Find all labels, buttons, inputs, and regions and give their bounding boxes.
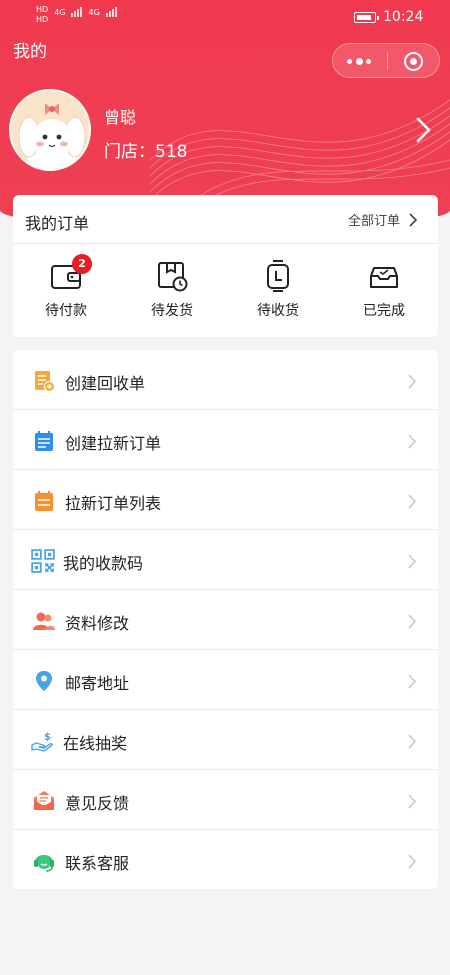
menu-item-online-lottery[interactable]: $ 在线抽奖 — [13, 710, 438, 770]
avatar[interactable] — [9, 89, 91, 171]
menu-list: 创建回收单 创建拉新订单 拉新订单列表 我的收款码 资料修改 邮寄地址 $ 在线… — [13, 350, 438, 889]
users-icon — [33, 612, 55, 630]
orders-title: 我的订单 — [25, 214, 90, 233]
orders-card: 我的订单 全部订单 2 待付款 待发货 待收货 已完成 — [13, 195, 438, 337]
menu-item-label: 邮寄地址 — [65, 674, 130, 693]
menu-item-label: 创建拉新订单 — [65, 434, 162, 453]
svg-text:$: $ — [44, 732, 51, 743]
menu-item-payment-qr[interactable]: 我的收款码 — [13, 530, 438, 590]
order-pending-shipment[interactable]: 待发货 — [127, 258, 217, 320]
chevron-right-icon — [408, 854, 417, 869]
hand-coin-icon: $ — [31, 732, 53, 752]
calendar-list-icon — [35, 491, 53, 511]
chevron-right-icon — [409, 213, 418, 227]
order-pending-receipt[interactable]: 待收货 — [233, 258, 323, 320]
menu-item-label: 我的收款码 — [63, 554, 144, 573]
location-pin-icon — [36, 671, 52, 691]
signal-icon-2 — [105, 5, 117, 17]
menu-item-customer-service[interactable]: 联系客服 — [13, 830, 438, 890]
mail-open-icon — [34, 791, 54, 810]
headset-icon — [34, 855, 54, 872]
menu-item-label: 联系客服 — [65, 854, 130, 873]
qr-code-icon — [31, 549, 55, 573]
order-status-label: 已完成 — [363, 303, 405, 319]
chevron-right-icon[interactable] — [412, 116, 434, 144]
clock: 10:24 — [383, 9, 424, 25]
menu-item-new-order-list[interactable]: 拉新订单列表 — [13, 470, 438, 530]
chevron-right-icon — [408, 434, 417, 449]
store-number: 门店：518 — [104, 142, 188, 162]
order-status-label: 待收货 — [257, 303, 299, 319]
order-status-label: 待发货 — [151, 303, 193, 319]
order-completed[interactable]: 已完成 — [339, 258, 429, 320]
menu-item-label: 意见反馈 — [65, 794, 130, 813]
inbox-check-icon — [366, 258, 402, 294]
menu-item-edit-profile[interactable]: 资料修改 — [13, 590, 438, 650]
recycle-doc-icon — [35, 371, 55, 392]
capsule-divider — [387, 52, 388, 70]
orders-header[interactable]: 我的订单 全部订单 — [13, 195, 438, 244]
order-pending-payment[interactable]: 2 待付款 — [21, 254, 111, 320]
menu-item-create-recycle[interactable]: 创建回收单 — [13, 350, 438, 410]
chevron-right-icon — [408, 494, 417, 509]
close-target-icon[interactable] — [404, 52, 423, 71]
menu-item-create-new-order[interactable]: 创建拉新订单 — [13, 410, 438, 470]
mini-program-capsule — [332, 43, 440, 78]
status-bar: HD HD 4G 4G 10:24 — [0, 0, 450, 34]
hd-indicator-2: HD — [36, 15, 49, 24]
net-label-2: 4G — [88, 8, 100, 17]
more-dots-icon[interactable] — [347, 54, 373, 68]
order-status-label: 待付款 — [45, 303, 87, 319]
watch-icon — [260, 258, 296, 294]
net-label-1: 4G — [54, 8, 66, 17]
package-clock-icon — [154, 258, 190, 294]
calendar-icon — [35, 431, 53, 451]
chevron-right-icon — [408, 794, 417, 809]
user-name: 曾聪 — [104, 108, 137, 127]
chevron-right-icon — [408, 674, 417, 689]
signal-icon — [71, 5, 83, 17]
page-title: 我的 — [13, 42, 47, 62]
unpaid-count-badge: 2 — [72, 254, 92, 274]
battery-icon — [354, 12, 379, 23]
chevron-right-icon — [408, 554, 417, 569]
all-orders-link[interactable]: 全部订单 — [348, 210, 400, 229]
wallet-icon: 2 — [48, 254, 92, 294]
menu-item-feedback[interactable]: 意见反馈 — [13, 770, 438, 830]
chevron-right-icon — [408, 374, 417, 389]
menu-item-label: 在线抽奖 — [63, 734, 128, 753]
chevron-right-icon — [408, 614, 417, 629]
menu-item-mailing-address[interactable]: 邮寄地址 — [13, 650, 438, 710]
menu-item-label: 资料修改 — [65, 614, 130, 633]
chevron-right-icon — [408, 734, 417, 749]
menu-item-label: 创建回收单 — [65, 374, 146, 393]
hd-indicator: HD — [36, 5, 49, 14]
menu-item-label: 拉新订单列表 — [65, 494, 162, 513]
